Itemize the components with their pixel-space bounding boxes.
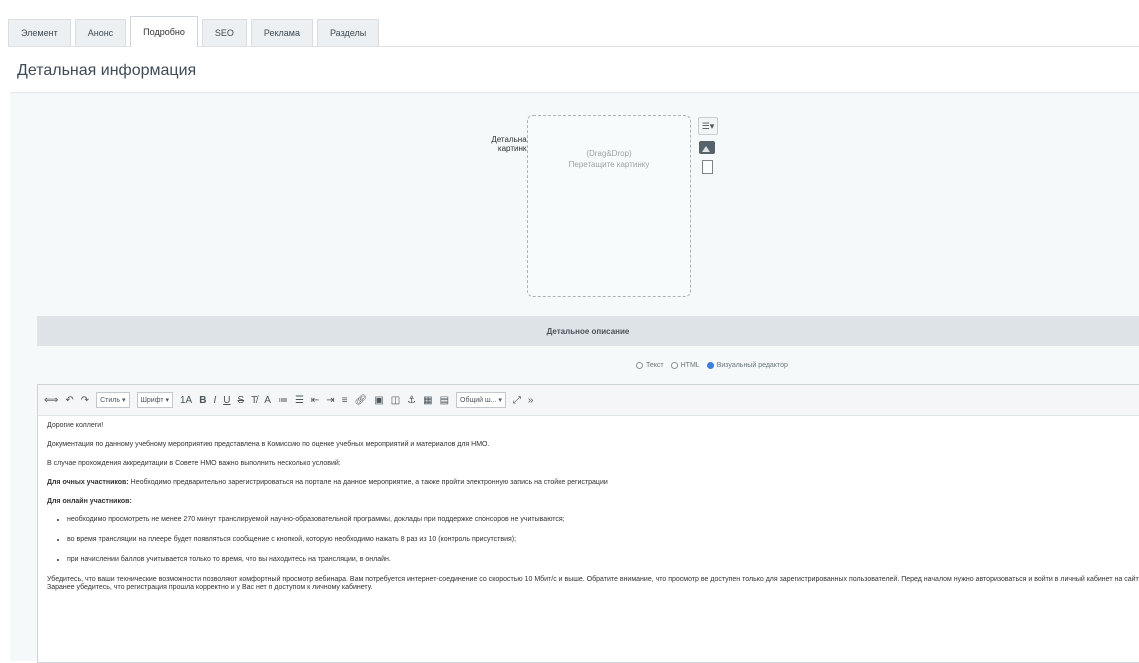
undo-icon[interactable]: ↶ — [65, 395, 73, 406]
video-icon[interactable]: ◫ — [391, 395, 400, 406]
editor-content[interactable]: Дорогие коллеги! Документация по данному… — [38, 416, 1139, 592]
zone-select[interactable]: Общий ш... ▾ — [456, 392, 506, 408]
visual-editor[interactable]: ⟺ ↶ ↷ Стиль ▾ Шрифт ▾ 1A B I U S T̸ A ≔ … — [37, 384, 1139, 663]
zone-select-label: Общий ш... — [460, 396, 497, 404]
italic-icon[interactable]: I — [213, 395, 216, 406]
editor-toolbar: ⟺ ↶ ↷ Стиль ▾ Шрифт ▾ 1A B I U S T̸ A ≔ … — [38, 385, 1139, 416]
file-icon[interactable] — [702, 160, 713, 174]
more-icon[interactable]: » — [528, 395, 534, 406]
offline-participants-heading: Для очных участников: — [47, 479, 129, 486]
ordered-list-icon[interactable]: ≔ — [278, 395, 288, 406]
tab-advertising[interactable]: Реклама — [250, 19, 313, 46]
indent-icon[interactable]: ⇥ — [326, 395, 334, 406]
outdent-icon[interactable]: ⇤ — [311, 395, 319, 406]
link-icon[interactable]: 🔗︎ — [355, 395, 368, 406]
bullet-list-icon[interactable]: ☰ — [295, 395, 304, 406]
bold-icon[interactable]: B — [199, 395, 206, 406]
dropzone-caption: Перетащите картинку — [568, 160, 650, 169]
detail-form: Детальная картинка (Drag&Drop) Перетащит… — [10, 92, 1139, 663]
list-menu-icon[interactable]: ☰▾ — [698, 117, 718, 135]
content-paragraph-last: Убедитесь, что ваши технические возможно… — [47, 576, 1139, 591]
content-paragraph-1: Документация по данному учебному меропри… — [47, 441, 490, 448]
list-item: необходимо просмотреть не менее 270 мину… — [67, 516, 1139, 524]
detail-picture-label: Детальная картинка — [491, 135, 531, 153]
mode-text-radio[interactable] — [636, 362, 643, 369]
content-paragraph-3: Для очных участников: Необходимо предвар… — [47, 479, 1139, 487]
font-select[interactable]: Шрифт ▾ — [136, 392, 173, 408]
mode-text-label[interactable]: Текст — [646, 362, 664, 369]
underline-icon[interactable]: U — [223, 395, 230, 406]
remove-format-icon[interactable]: T̸ — [251, 395, 257, 406]
style-select-label: Стиль — [100, 396, 121, 404]
style-select[interactable]: Стиль ▾ — [96, 392, 130, 408]
tab-seo[interactable]: SEO — [201, 19, 247, 46]
online-conditions-list: необходимо просмотреть не менее 270 мину… — [47, 516, 1139, 564]
dropzone-hint: (Drag&Drop) — [586, 149, 632, 158]
mode-html-label[interactable]: HTML — [681, 362, 700, 369]
online-participants-heading: Для онлайн участников: — [47, 498, 1139, 506]
mode-visual-radio[interactable] — [706, 362, 714, 369]
online-heading-text: Для онлайн участников: — [47, 498, 132, 505]
tab-element[interactable]: Элемент — [8, 19, 71, 46]
tab-sections[interactable]: Разделы — [316, 19, 380, 46]
font-select-label: Шрифт — [140, 396, 164, 404]
list-item: при начислении баллов учитывается только… — [67, 556, 1139, 564]
content-greeting: Дорогие коллеги! — [47, 422, 104, 429]
align-icon[interactable]: ≡ — [342, 395, 348, 406]
redo-icon[interactable]: ↷ — [81, 395, 89, 406]
offline-participants-text: Необходимо предварительно зарегистрирова… — [128, 479, 608, 486]
fullscreen-icon[interactable]: ⤢ — [513, 395, 521, 406]
section-title: Детальная информация — [17, 62, 197, 79]
tab-details[interactable]: Подробно — [130, 16, 198, 47]
detail-description-header: Детальное описание — [37, 316, 1139, 346]
image-insert-icon[interactable]: ▣ — [374, 395, 383, 406]
image-icon[interactable] — [699, 141, 715, 154]
tab-announce[interactable]: Анонс — [74, 19, 127, 46]
snippets-icon[interactable]: ▤ — [440, 395, 449, 406]
dropzone-text: (Drag&Drop) Перетащите картинку — [528, 148, 690, 170]
tab-bar: Элемент Анонс Подробно SEO Реклама Разде… — [0, 0, 1139, 47]
list-item: во время трансляции на плеере будет появ… — [67, 536, 1139, 544]
font-size-button[interactable]: 1A — [180, 395, 192, 406]
anchor-icon[interactable]: ⚓︎ — [407, 395, 416, 406]
editor-mode-switch: Текст HTML Визуальный редактор — [636, 362, 788, 369]
source-toggle-icon[interactable]: ⟺ — [44, 395, 58, 406]
table-icon[interactable]: ▦ — [423, 395, 432, 406]
text-color-icon[interactable]: A — [264, 395, 271, 406]
mode-visual-label[interactable]: Визуальный редактор — [717, 362, 788, 369]
tabs-strip: Элемент Анонс Подробно SEO Реклама Разде… — [8, 14, 1139, 47]
content-paragraph-2: В случае прохождения аккредитации в Сове… — [47, 460, 341, 467]
strikethrough-icon[interactable]: S — [237, 395, 244, 406]
picture-dropzone[interactable]: (Drag&Drop) Перетащите картинку — [527, 115, 691, 297]
mode-html-radio[interactable] — [670, 362, 678, 369]
picture-tools: ☰▾ — [698, 117, 722, 174]
